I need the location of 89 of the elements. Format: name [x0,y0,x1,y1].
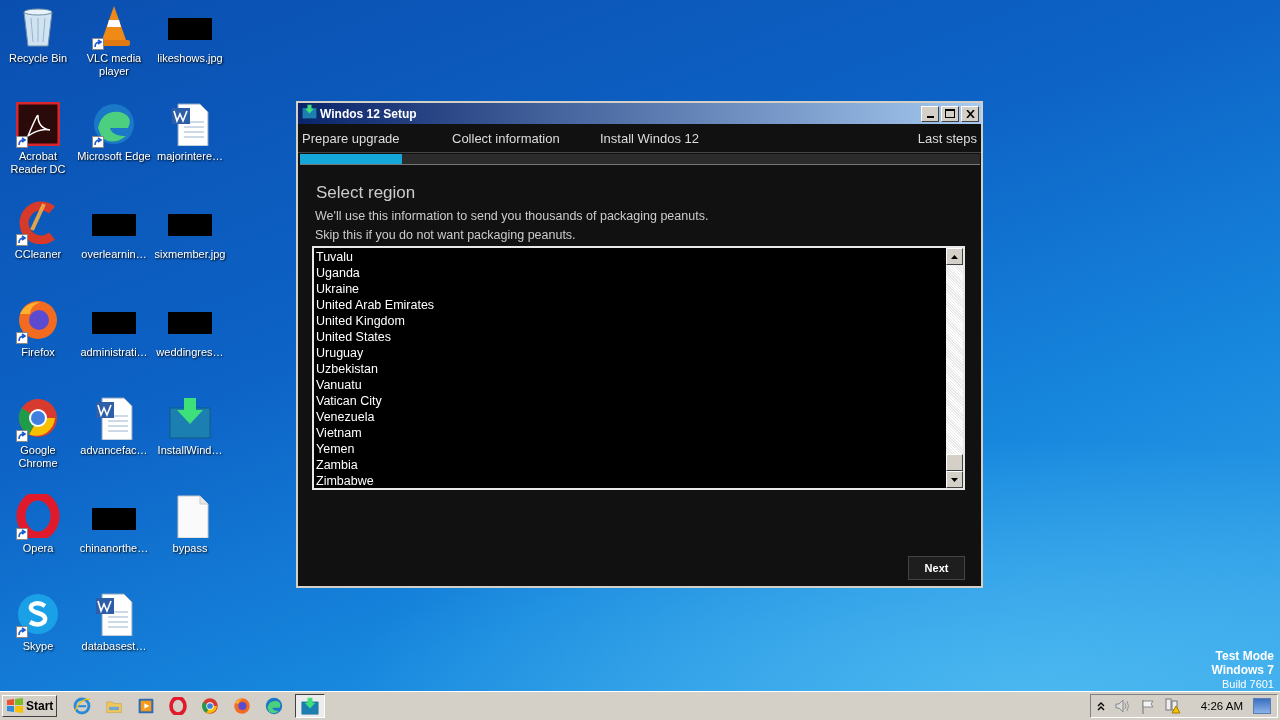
region-option[interactable]: United States [316,329,944,345]
icon-label[interactable]: Skype [0,640,76,653]
show-hidden-icons-icon[interactable] [1096,701,1105,711]
document-symbol-icon [16,102,60,146]
fox-globe-icon [16,298,60,342]
maximize-button[interactable] [941,105,959,122]
chrome-logo-icon [201,697,220,715]
icon-label[interactable]: Opera [0,542,76,555]
show-desktop-button[interactable] [1253,698,1271,714]
test-mode-text: Windows 7 [1211,663,1274,677]
close-icon [965,109,975,118]
step-label: Last steps [917,130,977,146]
scrollbar[interactable] [946,248,963,488]
region-option[interactable]: Uruguay [316,345,944,361]
shortcut-arrow-icon [92,136,104,148]
download-arrow-icon [301,697,320,715]
region-option[interactable]: Venezuela [316,409,944,425]
icon-label[interactable]: Microsoft Edge [76,150,152,163]
icon-label[interactable]: Recycle Bin [0,52,76,65]
region-option[interactable]: United Kingdom [316,313,944,329]
up-arrow-icon [951,254,958,259]
clock[interactable]: 4:26 AM [1200,700,1243,712]
region-option[interactable]: Uzbekistan [316,361,944,377]
shortcut-arrow-icon [16,528,28,540]
speaker-icon[interactable] [1114,699,1131,713]
region-option[interactable]: Tuvalu [316,249,944,265]
icon-label[interactable]: Firefox [0,346,76,359]
shortcut-arrow-icon [16,430,28,442]
close-button[interactable] [961,105,979,122]
icon-label[interactable]: likeshows.jpg [152,52,228,65]
step-label: Prepare upgrade [302,130,401,146]
icon-label[interactable]: weddingres… [152,346,228,359]
taskbar-button[interactable] [295,694,326,718]
s-logo-icon [16,592,60,636]
wave-logo-icon [265,697,284,715]
icon-label[interactable]: InstallWind… [152,444,228,457]
scroll-thumb[interactable] [946,454,963,471]
network-warning-icon[interactable] [1164,698,1181,714]
region-option[interactable]: Vatican City [316,393,944,409]
play-icon [137,697,156,715]
fox-globe-icon [233,697,252,715]
shortcut-arrow-icon [16,234,28,246]
region-option[interactable]: Zimbabwe [316,473,944,489]
description-text: Skip this if you do not want packaging peanuts. [314,227,577,244]
region-option[interactable]: Uganda [316,265,944,281]
window-title: Windos 12 Setup [320,106,418,121]
windows-flag-icon [6,698,24,714]
icon-label[interactable]: databasest… [76,640,152,653]
icon-label[interactable]: Google Chrome [0,444,76,470]
flag-icon[interactable] [1140,698,1155,714]
icon-label[interactable]: bypass [152,542,228,555]
icon-label[interactable]: CCleaner [0,248,76,261]
icon-label[interactable]: administrati… [76,346,152,359]
ring-o-icon [16,494,60,538]
step-label: Collect information [452,130,561,146]
shortcut-arrow-icon [92,38,104,50]
icon-label[interactable]: chinanorthe… [76,542,152,555]
icon-label[interactable]: sixmember.jpg [152,248,228,261]
down-arrow-icon [951,477,958,482]
region-option[interactable]: Vanuatu [316,377,944,393]
scroll-up-button[interactable] [946,248,963,265]
region-option[interactable]: Yemen [316,441,944,457]
region-listbox[interactable]: Tuvalu Uganda Ukraine United Arab Emirates United Kingdom United States Uruguay Uzbekistan Vanuatu Vatican City Venezuela Vietnam Yemen Zambia Zimbabwe [312,246,965,490]
download-arrow-icon [168,396,212,440]
region-option[interactable]: United Arab Emirates [316,297,944,313]
region-option[interactable]: Ukraine [316,281,944,297]
region-option[interactable]: Vietnam [316,425,944,441]
icon-label[interactable]: Acrobat Reader DC [0,150,76,176]
scroll-down-button[interactable] [946,471,963,488]
icon-label[interactable]: overlearnin… [76,248,152,261]
minimize-button[interactable] [921,105,939,122]
e-logo-icon [73,697,92,715]
shortcut-arrow-icon [16,332,28,344]
test-mode-text: Build 7601 [1222,677,1274,691]
icon-label[interactable]: majorintere… [152,150,228,163]
region-option[interactable]: Zambia [316,457,944,473]
step-label: Install Windos 12 [600,130,700,146]
wave-logo-icon [92,102,136,146]
chrome-logo-icon [16,396,60,440]
section-heading: Select region [315,183,417,203]
ring-o-icon [169,697,188,715]
shortcut-arrow-icon [16,136,28,148]
icon-label[interactable]: VLC media player [76,52,152,78]
next-button[interactable]: Next [908,556,965,580]
start-button[interactable]: Start [2,695,58,717]
icon-label[interactable]: advancefac… [76,444,152,457]
shortcut-arrow-icon [16,626,28,638]
test-mode-text: Test Mode [1215,649,1274,663]
description-text: We'll use this information to send you thousands of packaging peanuts. [314,208,710,225]
